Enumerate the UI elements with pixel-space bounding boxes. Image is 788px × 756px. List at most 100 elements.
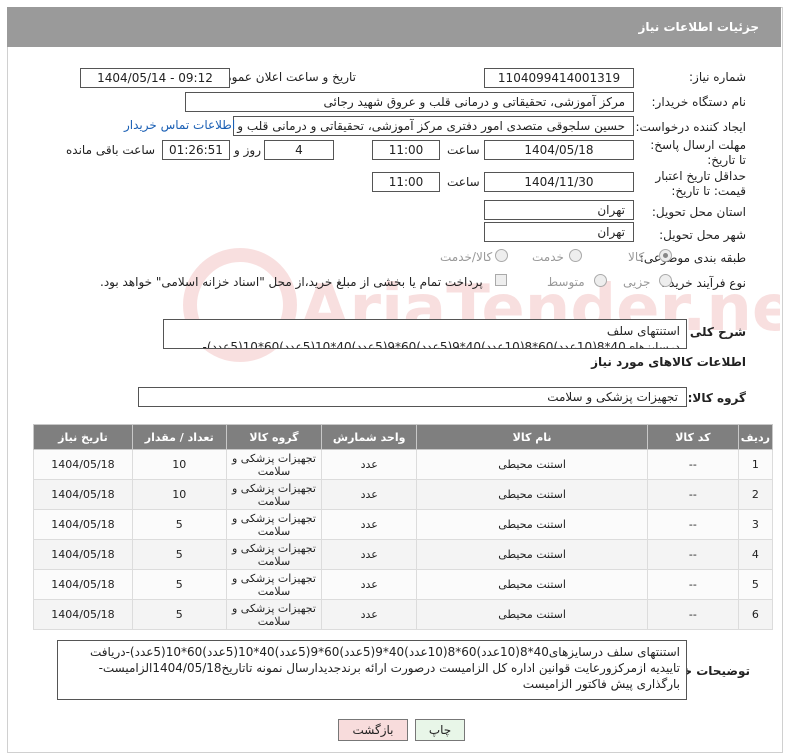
cell-unit: عدد — [321, 449, 418, 480]
col-name: نام کالا — [416, 424, 649, 450]
cell-qty: 10 — [131, 449, 227, 480]
goods-table: ردیف کد کالا نام کالا واحد شمارش گروه کا… — [33, 424, 774, 630]
table-row: 2 -- استنت محیطی عدد تجهیزات پزشکی و سلا… — [33, 479, 774, 510]
cell-unit: عدد — [321, 509, 418, 540]
cell-group: تجهیزات پزشکی و سلامت — [225, 479, 323, 510]
cell-code: -- — [647, 509, 739, 540]
cell-row: 4 — [737, 539, 774, 570]
table-row: 3 -- استنت محیطی عدد تجهیزات پزشکی و سلا… — [33, 509, 774, 540]
remaining-label: ساعت باقی مانده — [66, 143, 156, 157]
process-radio-minor[interactable] — [659, 274, 672, 287]
cell-qty: 5 — [131, 569, 227, 600]
cell-code: -- — [647, 539, 739, 570]
cell-date: 1404/05/18 — [33, 599, 133, 630]
province-label: استان محل تحویل: — [651, 205, 746, 219]
process-radio-medium[interactable] — [594, 274, 607, 287]
category-radio-service[interactable] — [569, 249, 582, 262]
process-label: نوع فرآیند خرید : — [661, 276, 746, 290]
cell-unit: عدد — [321, 599, 418, 630]
cell-name: استنت محیطی — [416, 539, 649, 570]
goods-section-title: اطلاعات کالاهای مورد نیاز — [591, 355, 746, 369]
cell-group: تجهیزات پزشکی و سلامت — [225, 569, 323, 600]
min-validity-time-label: ساعت — [447, 175, 480, 189]
buyer-contact-link[interactable]: اطلاعات تماس خریدار — [124, 118, 235, 132]
col-unit: واحد شمارش — [321, 424, 418, 450]
category-label: طبقه بندی موضوعی: — [639, 251, 746, 265]
print-button[interactable]: چاپ — [415, 719, 465, 741]
need-number-field: 1104099414001319 — [484, 68, 634, 88]
min-validity-time-field: 11:00 — [372, 172, 440, 192]
cell-row: 6 — [737, 599, 774, 630]
cell-unit: عدد — [321, 569, 418, 600]
min-validity-date-field: 1404/11/30 — [484, 172, 634, 192]
cell-name: استنت محیطی — [416, 449, 649, 480]
need-number-label: شماره نیاز: — [689, 70, 746, 84]
days-label: روز و — [234, 143, 261, 157]
cell-group: تجهیزات پزشکی و سلامت — [225, 449, 323, 480]
cell-name: استنت محیطی — [416, 509, 649, 540]
col-group: گروه کالا — [225, 424, 323, 450]
description-textarea: استنتهای سلف درسایزهای40*8(10عدد)60*8(10… — [163, 319, 687, 349]
table-row: 6 -- استنت محیطی عدد تجهیزات پزشکی و سلا… — [33, 599, 774, 630]
buyer-notes-textarea: استنتهای سلف درسایزهای40*8(10عدد)60*8(10… — [57, 640, 687, 700]
table-row: 5 -- استنت محیطی عدد تجهیزات پزشکی و سلا… — [33, 569, 774, 600]
goods-group-field: تجهیزات پزشکی و سلامت — [138, 387, 687, 407]
cell-qty: 10 — [131, 479, 227, 510]
category-option-goods-service: کالا/خدمت — [440, 250, 493, 264]
col-row: ردیف — [737, 424, 774, 450]
col-qty: تعداد / مقدار — [131, 424, 227, 450]
remaining-time-field: 01:26:51 — [162, 140, 230, 160]
category-radio-goods[interactable] — [659, 249, 672, 262]
deadline-time-label: ساعت — [447, 143, 480, 157]
cell-code: -- — [647, 569, 739, 600]
cell-code: -- — [647, 479, 739, 510]
cell-row: 1 — [737, 449, 774, 480]
cell-date: 1404/05/18 — [33, 449, 133, 480]
min-validity-label: حداقل تاریخ اعتبار قیمت: تا تاریخ: — [655, 169, 746, 198]
cell-date: 1404/05/18 — [33, 539, 133, 570]
creator-field: حسین سلجوقی متصدی امور دفتری مرکز آموزشی… — [233, 116, 634, 136]
city-field: تهران — [484, 222, 634, 242]
deadline-time-field: 11:00 — [372, 140, 440, 160]
announce-field: 1404/05/14 - 09:12 — [80, 68, 230, 88]
cell-qty: 5 — [131, 509, 227, 540]
col-code: کد کالا — [647, 424, 739, 450]
city-label: شهر محل تحویل: — [659, 228, 746, 242]
back-button[interactable]: بازگشت — [338, 719, 408, 741]
treasury-checkbox[interactable] — [495, 274, 507, 286]
table-row: 1 -- استنت محیطی عدد تجهیزات پزشکی و سلا… — [33, 449, 774, 480]
cell-name: استنت محیطی — [416, 569, 649, 600]
process-option-medium: متوسط — [547, 275, 585, 289]
category-radio-goods-service[interactable] — [495, 249, 508, 262]
cell-name: استنت محیطی — [416, 479, 649, 510]
category-option-service: خدمت — [532, 250, 564, 264]
goods-group-label: گروه کالا: — [687, 391, 746, 405]
days-field: 4 — [264, 140, 334, 160]
col-date: تاریخ نیاز — [33, 424, 133, 450]
cell-code: -- — [647, 449, 739, 480]
cell-code: -- — [647, 599, 739, 630]
process-option-minor: جزیی — [623, 275, 651, 289]
cell-date: 1404/05/18 — [33, 509, 133, 540]
page-title: جزئیات اطلاعات نیاز — [638, 20, 759, 34]
deadline-label: مهلت ارسال پاسخ: تا تاریخ: — [650, 138, 746, 167]
buyer-org-label: نام دستگاه خریدار: — [651, 95, 747, 109]
table-row: 4 -- استنت محیطی عدد تجهیزات پزشکی و سلا… — [33, 539, 774, 570]
page-header: جزئیات اطلاعات نیاز — [7, 7, 781, 47]
cell-row: 2 — [737, 479, 774, 510]
cell-row: 3 — [737, 509, 774, 540]
cell-unit: عدد — [321, 479, 418, 510]
cell-group: تجهیزات پزشکی و سلامت — [225, 509, 323, 540]
province-field: تهران — [484, 200, 634, 220]
cell-qty: 5 — [131, 599, 227, 630]
creator-label: ایجاد کننده درخواست: — [635, 120, 746, 134]
cell-group: تجهیزات پزشکی و سلامت — [225, 599, 323, 630]
cell-unit: عدد — [321, 539, 418, 570]
deadline-date-field: 1404/05/18 — [484, 140, 634, 160]
announce-label: تاریخ و ساعت اعلان عمومی: — [211, 70, 356, 84]
cell-date: 1404/05/18 — [33, 479, 133, 510]
cell-qty: 5 — [131, 539, 227, 570]
buyer-org-field: مرکز آموزشی، تحقیقاتی و درمانی قلب و عرو… — [185, 92, 634, 112]
treasury-note: پرداخت تمام یا بخشی از مبلغ خرید،از محل … — [100, 275, 483, 289]
category-option-goods: کالا — [628, 250, 645, 264]
